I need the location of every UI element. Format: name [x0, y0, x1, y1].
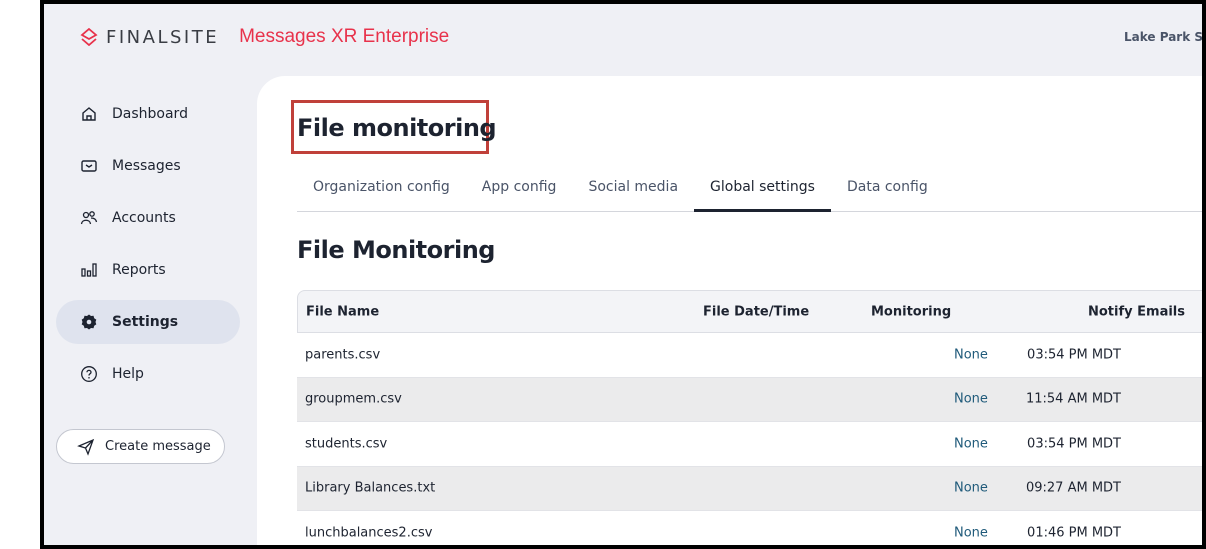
file-name-cell: lunchbalances2.csv	[305, 525, 433, 541]
table-row[interactable]: students.csv 03:54 PM MDT None	[297, 422, 1202, 467]
sidebar-item-label: Reports	[112, 262, 166, 278]
file-name-cell: Library Balances.txt	[305, 480, 436, 496]
sidebar-item-label: Accounts	[112, 210, 176, 226]
header-monitoring[interactable]: Monitoring	[871, 304, 951, 319]
table-row[interactable]: lunchbalances2.csv 01:46 PM MDT None	[297, 511, 1202, 545]
tab-app-config[interactable]: App config	[466, 170, 573, 212]
file-monitoring-table: File Name File Date/Time Monitoring Noti…	[297, 290, 1202, 545]
header-file-name[interactable]: File Name	[306, 304, 379, 319]
monitoring-cell[interactable]: None	[954, 347, 988, 362]
help-icon	[81, 366, 97, 382]
tab-organization-config[interactable]: Organization config	[297, 170, 466, 212]
home-icon	[82, 107, 96, 121]
organization-name[interactable]: Lake Park S	[1124, 30, 1202, 44]
table-row[interactable]: parents.csv 03:54 PM MDT None	[297, 333, 1202, 378]
monitoring-cell[interactable]: None	[954, 392, 988, 407]
file-name-cell: groupmem.csv	[305, 391, 402, 407]
monitoring-cell[interactable]: None	[954, 525, 988, 540]
sidebar-item-label: Settings	[112, 314, 179, 330]
bar-chart-icon	[81, 263, 97, 277]
table-header: File Name File Date/Time Monitoring Noti…	[297, 290, 1202, 333]
mail-icon	[81, 160, 97, 172]
tab-global-settings[interactable]: Global settings	[694, 170, 831, 212]
send-icon	[77, 438, 95, 456]
brand-name: FINALSITE	[106, 26, 220, 48]
table-row[interactable]: groupmem.csv 11:54 AM MDT None	[297, 377, 1202, 422]
create-message-button[interactable]: Create message	[56, 429, 225, 464]
create-message-label: Create message	[105, 439, 211, 454]
file-date-cell: 11:54 AM MDT	[1025, 391, 1121, 407]
sidebar-item-label: Messages	[112, 158, 181, 174]
main-panel: File monitoring Organization config App …	[257, 76, 1202, 545]
users-icon	[80, 211, 98, 225]
sidebar-item-label: Help	[112, 366, 144, 382]
file-date-cell: 03:54 PM MDT	[1027, 436, 1121, 452]
gear-icon	[81, 314, 97, 330]
app: FINALSITE Messages XR Enterprise Lake Pa…	[44, 4, 1202, 545]
header-notify-emails[interactable]: Notify Emails	[1088, 304, 1185, 319]
sidebar-item-reports[interactable]: Reports	[56, 248, 240, 292]
tab-data-config[interactable]: Data config	[831, 170, 944, 212]
tab-social-media[interactable]: Social media	[572, 170, 694, 212]
sidebar-item-help[interactable]: Help	[56, 352, 240, 396]
monitoring-cell[interactable]: None	[954, 436, 988, 451]
header-file-date[interactable]: File Date/Time	[703, 304, 809, 319]
brand-logo[interactable]: FINALSITE Messages XR Enterprise	[80, 26, 449, 48]
section-heading: File Monitoring	[297, 236, 495, 264]
file-name-cell: students.csv	[305, 436, 388, 452]
product-name: Messages XR Enterprise	[239, 26, 450, 47]
monitoring-cell[interactable]: None	[954, 481, 988, 496]
file-name-cell: parents.csv	[305, 347, 381, 363]
page-title: File monitoring	[297, 114, 497, 142]
sidebar-item-dashboard[interactable]: Dashboard	[56, 92, 240, 136]
file-date-cell: 09:27 AM MDT	[1025, 480, 1121, 496]
file-date-cell: 03:54 PM MDT	[1027, 347, 1121, 363]
finalsite-logo-icon	[80, 28, 98, 46]
sidebar-item-accounts[interactable]: Accounts	[56, 196, 240, 240]
sidebar-item-messages[interactable]: Messages	[56, 144, 240, 188]
sidebar-item-label: Dashboard	[112, 106, 188, 122]
file-date-cell: 01:46 PM MDT	[1027, 525, 1121, 541]
settings-tabs: Organization config App config Social me…	[297, 170, 1202, 212]
sidebar-item-settings[interactable]: Settings	[56, 300, 240, 344]
table-row[interactable]: Library Balances.txt 09:27 AM MDT None	[297, 466, 1202, 511]
